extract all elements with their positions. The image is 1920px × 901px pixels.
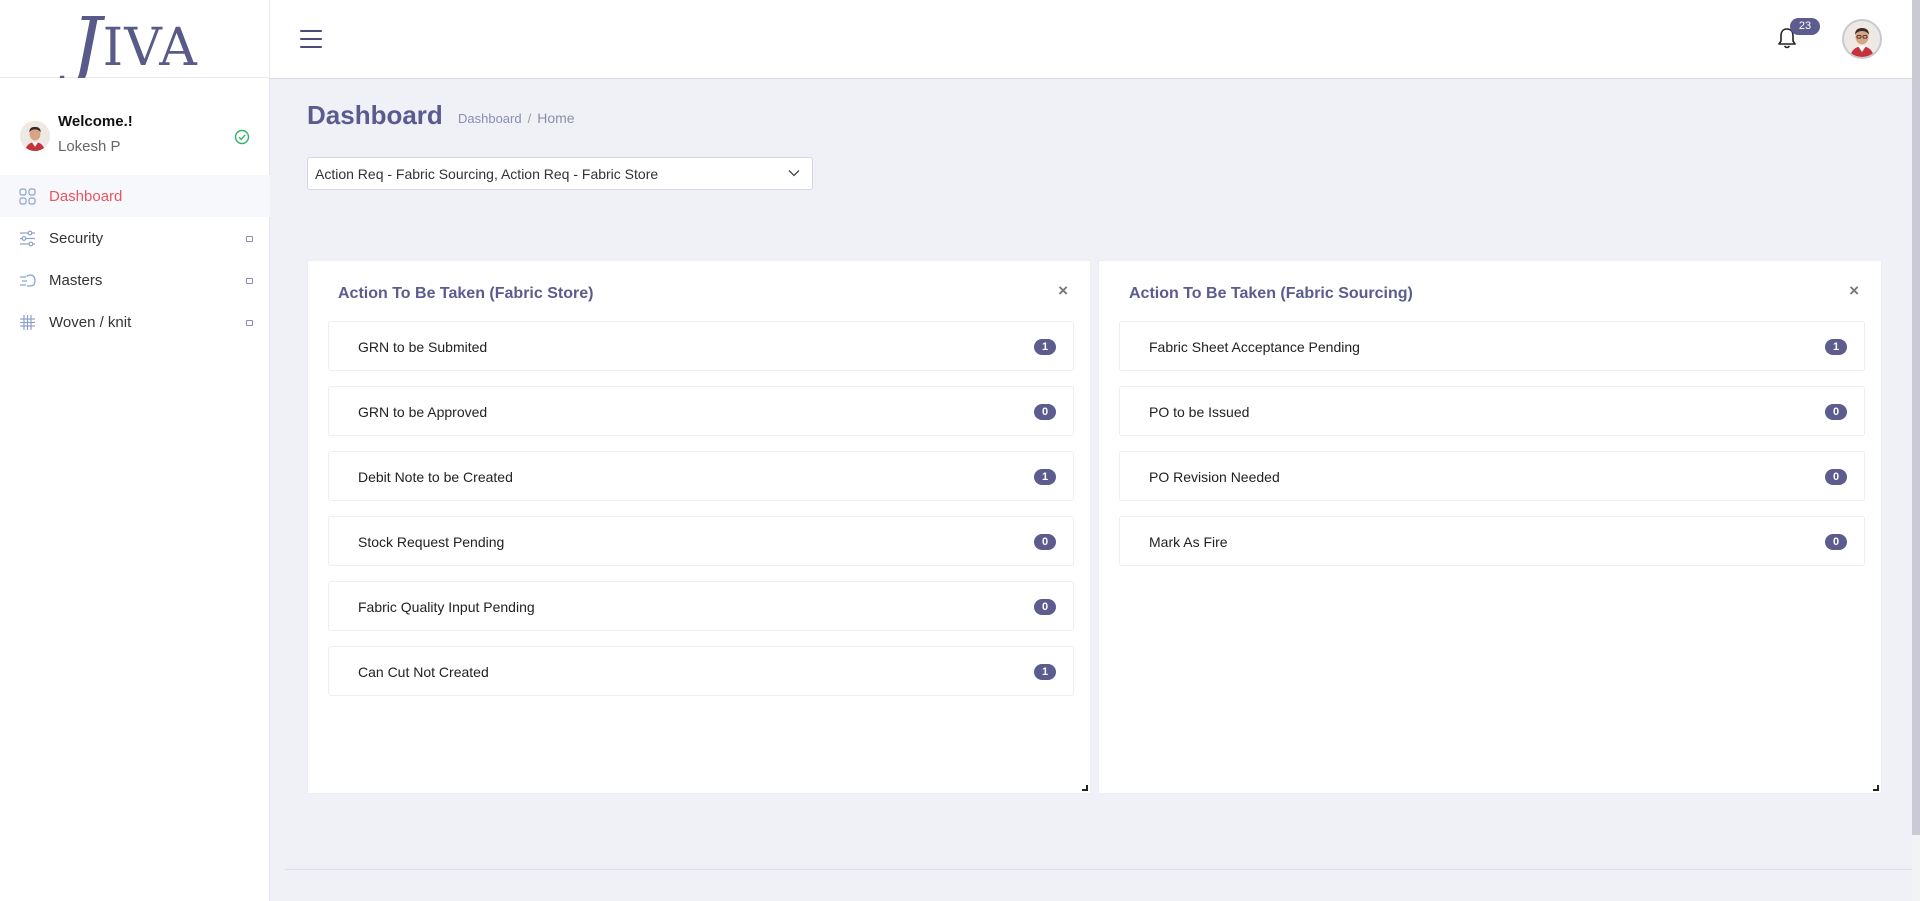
task-list: Fabric Sheet Acceptance Pending 1 PO to … — [1119, 321, 1865, 581]
task-label: PO to be Issued — [1149, 404, 1250, 420]
task-count-badge: 1 — [1034, 469, 1056, 485]
task-label: Debit Note to be Created — [358, 469, 513, 485]
dashboard-filter-select[interactable]: Action Req - Fabric Sourcing, Action Req… — [307, 157, 813, 190]
user-name: Lokesh P — [58, 138, 121, 155]
task-count-badge: 1 — [1034, 339, 1056, 355]
sidebar-item-security[interactable]: Security — [0, 217, 270, 259]
task-item[interactable]: PO to be Issued 0 — [1119, 386, 1865, 436]
task-count-badge: 0 — [1034, 404, 1056, 420]
topbar: 23 — [270, 0, 1912, 79]
select-value: Action Req - Fabric Sourcing, Action Req… — [315, 166, 659, 182]
resize-handle[interactable] — [1873, 785, 1879, 791]
close-icon[interactable]: × — [1849, 281, 1859, 301]
user-avatar — [20, 121, 50, 151]
expand-icon — [246, 320, 253, 326]
sidebar-item-label: Dashboard — [49, 187, 123, 205]
sidebar-menu: Dashboard Security Masters Woven / knit — [0, 175, 270, 343]
notification-count-badge: 23 — [1790, 18, 1820, 35]
grid-icon — [19, 188, 36, 205]
notifications-button[interactable]: 23 — [1776, 18, 1820, 52]
footer-divider — [285, 869, 1912, 870]
task-label: GRN to be Approved — [358, 404, 488, 420]
sidebar-item-dashboard[interactable]: Dashboard — [0, 175, 270, 217]
sidebar-item-masters[interactable]: Masters — [0, 259, 270, 301]
logo-text: JIVA — [71, 0, 198, 89]
task-label: Stock Request Pending — [358, 534, 505, 550]
task-item[interactable]: Mark As Fire 0 — [1119, 516, 1865, 566]
page-title: Dashboard — [307, 100, 443, 130]
task-item[interactable]: PO Revision Needed 0 — [1119, 451, 1865, 501]
task-label: Fabric Sheet Acceptance Pending — [1149, 339, 1360, 355]
task-item[interactable]: Can Cut Not Created 1 — [328, 646, 1074, 696]
task-list: GRN to be Submited 1 GRN to be Approved … — [328, 321, 1074, 711]
task-item[interactable]: Stock Request Pending 0 — [328, 516, 1074, 566]
sidebar-item-woven-knit[interactable]: Woven / knit — [0, 301, 270, 343]
card-title: Action To Be Taken (Fabric Store) — [338, 285, 594, 302]
expand-icon — [246, 278, 253, 284]
sidebar-item-label: Masters — [49, 271, 103, 289]
menu-toggle-button[interactable] — [300, 30, 322, 48]
sidebar-item-label: Woven / knit — [49, 313, 132, 331]
fabric-sourcing-card: Action To Be Taken (Fabric Sourcing) × F… — [1098, 260, 1882, 794]
task-count-badge: 1 — [1034, 664, 1056, 680]
user-info: Welcome.! Lokesh P — [20, 113, 250, 161]
breadcrumb-current: Home — [537, 110, 575, 126]
breadcrumb-link-dashboard[interactable]: Dashboard — [458, 111, 522, 126]
welcome-text: Welcome.! — [58, 113, 133, 130]
expand-icon — [246, 236, 253, 242]
task-count-badge: 0 — [1825, 404, 1847, 420]
sidebar: Welcome.! Lokesh P Dashboard Security Ma… — [0, 78, 270, 901]
speed-icon — [20, 274, 36, 287]
fabric-store-card: Action To Be Taken (Fabric Store) × GRN … — [307, 260, 1091, 794]
chevron-down-icon — [788, 170, 800, 177]
scrollbar-thumb[interactable] — [1912, 0, 1920, 835]
resize-handle[interactable] — [1082, 785, 1088, 791]
task-count-badge: 0 — [1034, 599, 1056, 615]
online-check-icon — [234, 129, 250, 145]
task-item[interactable]: Fabric Sheet Acceptance Pending 1 — [1119, 321, 1865, 371]
hash-icon — [20, 315, 35, 330]
avatar-image — [1844, 21, 1880, 57]
task-item[interactable]: Debit Note to be Created 1 — [328, 451, 1074, 501]
task-label: Can Cut Not Created — [358, 664, 489, 680]
task-count-badge: 0 — [1825, 469, 1847, 485]
logo[interactable]: JIVA — [0, 0, 270, 89]
profile-avatar[interactable] — [1842, 19, 1882, 59]
task-count-badge: 1 — [1825, 339, 1847, 355]
breadcrumb: Dashboard / Home — [458, 110, 575, 126]
task-item[interactable]: GRN to be Approved 0 — [328, 386, 1074, 436]
sliders-icon — [20, 230, 35, 247]
task-label: GRN to be Submited — [358, 339, 488, 355]
scrollbar[interactable] — [1912, 0, 1920, 901]
task-label: PO Revision Needed — [1149, 469, 1280, 485]
task-count-badge: 0 — [1034, 534, 1056, 550]
task-item[interactable]: GRN to be Submited 1 — [328, 321, 1074, 371]
task-item[interactable]: Fabric Quality Input Pending 0 — [328, 581, 1074, 631]
close-icon[interactable]: × — [1058, 281, 1068, 301]
task-count-badge: 0 — [1825, 534, 1847, 550]
task-label: Fabric Quality Input Pending — [358, 599, 535, 615]
sidebar-item-label: Security — [49, 229, 104, 247]
task-label: Mark As Fire — [1149, 534, 1228, 550]
card-title: Action To Be Taken (Fabric Sourcing) — [1129, 285, 1413, 302]
